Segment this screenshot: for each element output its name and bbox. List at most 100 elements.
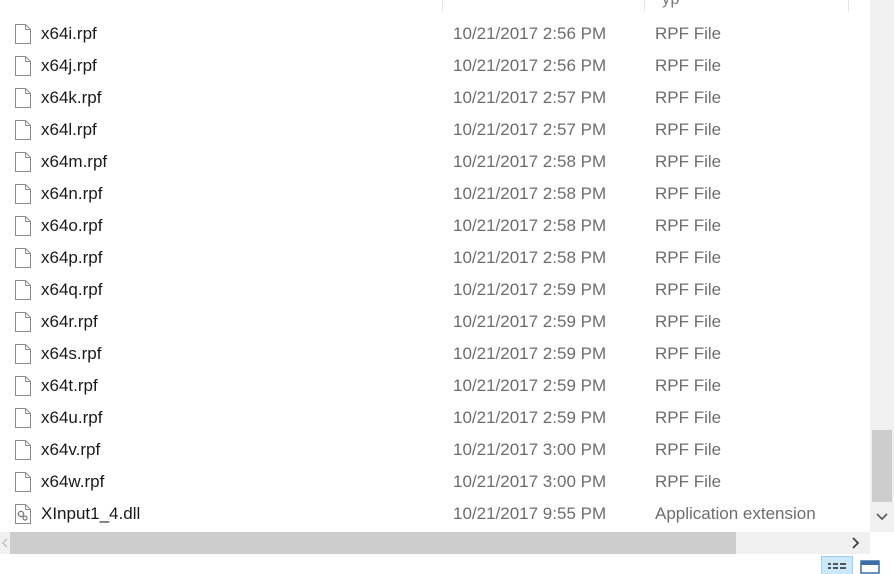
file-explorer-window: yp x64i.rpf10/21/2017 2:56 PMRPF Filex64… bbox=[0, 0, 894, 574]
file-name[interactable]: x64o.rpf bbox=[41, 216, 102, 236]
status-bar bbox=[0, 554, 894, 574]
file-row[interactable]: x64k.rpf 10/21/2017 2:57 PM RPF File bbox=[0, 82, 870, 114]
file-row[interactable]: x64r.rpf 10/21/2017 2:59 PM RPF File bbox=[0, 306, 870, 338]
blank-file-icon bbox=[14, 119, 32, 141]
column-separator[interactable] bbox=[644, 0, 645, 12]
file-name[interactable]: x64k.rpf bbox=[41, 88, 101, 108]
large-icons-view-button[interactable] bbox=[857, 557, 883, 574]
file-date-modified: 10/21/2017 2:59 PM bbox=[453, 344, 607, 363]
scrollbar-corner bbox=[870, 532, 894, 554]
file-type: RPF File bbox=[655, 216, 722, 235]
scroll-down-button[interactable] bbox=[870, 504, 894, 530]
file-type: RPF File bbox=[655, 376, 722, 395]
file-row[interactable]: x64p.rpf 10/21/2017 2:58 PM RPF File bbox=[0, 242, 870, 274]
file-row[interactable]: x64o.rpf 10/21/2017 2:58 PM RPF File bbox=[0, 210, 870, 242]
file-name[interactable]: XInput1_4.dll bbox=[41, 504, 140, 524]
blank-file-icon bbox=[14, 407, 32, 429]
horizontal-scrollbar-thumb[interactable] bbox=[10, 532, 736, 554]
file-name[interactable]: x64n.rpf bbox=[41, 184, 102, 204]
file-date-modified: 10/21/2017 3:00 PM bbox=[453, 440, 607, 459]
blank-file-icon bbox=[14, 151, 32, 173]
large-icons-view-icon bbox=[860, 560, 880, 574]
column-separator[interactable] bbox=[848, 0, 849, 12]
blank-file-icon bbox=[14, 343, 32, 365]
file-row[interactable]: x64w.rpf 10/21/2017 3:00 PM RPF File bbox=[0, 466, 870, 498]
file-date-modified: 10/21/2017 2:59 PM bbox=[453, 408, 607, 427]
file-date-modified: 10/21/2017 9:55 PM bbox=[453, 504, 607, 523]
file-type: RPF File bbox=[655, 120, 722, 139]
file-date-modified: 10/21/2017 2:58 PM bbox=[453, 216, 607, 235]
file-name[interactable]: x64m.rpf bbox=[41, 152, 107, 172]
file-name[interactable]: x64j.rpf bbox=[41, 56, 97, 76]
file-date-modified: 10/21/2017 2:57 PM bbox=[453, 88, 607, 107]
file-type: RPF File bbox=[655, 184, 722, 203]
chevron-left-icon bbox=[2, 538, 8, 548]
file-date-modified: 10/21/2017 2:59 PM bbox=[453, 280, 607, 299]
file-row[interactable]: XInput1_4.dll 10/21/2017 9:55 PM Applicati… bbox=[0, 498, 870, 530]
details-view-button[interactable] bbox=[821, 556, 853, 574]
column-separator[interactable] bbox=[442, 0, 443, 12]
file-type: RPF File bbox=[655, 408, 722, 427]
file-type: RPF File bbox=[655, 312, 722, 331]
file-type: RPF File bbox=[655, 152, 722, 171]
file-type: RPF File bbox=[655, 472, 722, 491]
file-row[interactable]: x64t.rpf 10/21/2017 2:59 PM RPF File bbox=[0, 370, 870, 402]
file-type: RPF File bbox=[655, 56, 722, 75]
file-date-modified: 10/21/2017 2:58 PM bbox=[453, 248, 607, 267]
file-type: RPF File bbox=[655, 248, 722, 267]
file-name[interactable]: x64w.rpf bbox=[41, 472, 104, 492]
file-type: RPF File bbox=[655, 440, 722, 459]
file-name[interactable]: x64l.rpf bbox=[41, 120, 97, 140]
blank-file-icon bbox=[14, 439, 32, 461]
file-type: Application extension bbox=[655, 504, 816, 523]
blank-file-icon bbox=[14, 183, 32, 205]
chevron-down-icon bbox=[876, 513, 888, 521]
vertical-scrollbar-thumb[interactable] bbox=[872, 430, 892, 502]
blank-file-icon bbox=[14, 471, 32, 493]
dll-file-icon bbox=[14, 503, 32, 525]
type-column-header-fragment[interactable]: yp bbox=[662, 0, 680, 9]
file-row[interactable]: x64i.rpf 10/21/2017 2:56 PM RPF File bbox=[0, 18, 870, 50]
file-name[interactable]: x64r.rpf bbox=[41, 312, 98, 332]
chevron-right-icon bbox=[852, 537, 860, 549]
file-date-modified: 10/21/2017 3:00 PM bbox=[453, 472, 607, 491]
blank-file-icon bbox=[14, 215, 32, 237]
file-row[interactable]: x64l.rpf 10/21/2017 2:57 PM RPF File bbox=[0, 114, 870, 146]
file-date-modified: 10/21/2017 2:56 PM bbox=[453, 56, 607, 75]
file-name[interactable]: x64s.rpf bbox=[41, 344, 101, 364]
blank-file-icon bbox=[14, 247, 32, 269]
file-date-modified: 10/21/2017 2:58 PM bbox=[453, 152, 607, 171]
file-name[interactable]: x64v.rpf bbox=[41, 440, 100, 460]
file-date-modified: 10/21/2017 2:56 PM bbox=[453, 24, 607, 43]
file-row[interactable]: x64m.rpf 10/21/2017 2:58 PM RPF File bbox=[0, 146, 870, 178]
file-row[interactable]: x64n.rpf 10/21/2017 2:58 PM RPF File bbox=[0, 178, 870, 210]
blank-file-icon bbox=[14, 311, 32, 333]
file-name[interactable]: x64u.rpf bbox=[41, 408, 102, 428]
details-view-icon bbox=[828, 563, 846, 569]
file-type: RPF File bbox=[655, 280, 722, 299]
blank-file-icon bbox=[14, 23, 32, 45]
file-name[interactable]: x64p.rpf bbox=[41, 248, 102, 268]
file-row[interactable]: x64q.rpf 10/21/2017 2:59 PM RPF File bbox=[0, 274, 870, 306]
file-type: RPF File bbox=[655, 24, 722, 43]
scroll-right-button[interactable] bbox=[844, 532, 868, 554]
file-row[interactable]: x64s.rpf 10/21/2017 2:59 PM RPF File bbox=[0, 338, 870, 370]
file-row[interactable]: x64j.rpf 10/21/2017 2:56 PM RPF File bbox=[0, 50, 870, 82]
file-name[interactable]: x64i.rpf bbox=[41, 24, 97, 44]
file-type: RPF File bbox=[655, 344, 722, 363]
file-name[interactable]: x64q.rpf bbox=[41, 280, 102, 300]
file-row[interactable]: x64u.rpf 10/21/2017 2:59 PM RPF File bbox=[0, 402, 870, 434]
file-name[interactable]: x64t.rpf bbox=[41, 376, 98, 396]
file-date-modified: 10/21/2017 2:57 PM bbox=[453, 120, 607, 139]
file-type: RPF File bbox=[655, 88, 722, 107]
blank-file-icon bbox=[14, 279, 32, 301]
file-list: x64i.rpf 10/21/2017 2:56 PM RPF File x64j.r… bbox=[0, 18, 870, 532]
file-date-modified: 10/21/2017 2:59 PM bbox=[453, 376, 607, 395]
blank-file-icon bbox=[14, 55, 32, 77]
blank-file-icon bbox=[14, 87, 32, 109]
file-date-modified: 10/21/2017 2:58 PM bbox=[453, 184, 607, 203]
scroll-left-button[interactable] bbox=[0, 532, 10, 554]
file-date-modified: 10/21/2017 2:59 PM bbox=[453, 312, 607, 331]
column-header-strip: yp bbox=[0, 0, 870, 12]
file-row[interactable]: x64v.rpf 10/21/2017 3:00 PM RPF File bbox=[0, 434, 870, 466]
